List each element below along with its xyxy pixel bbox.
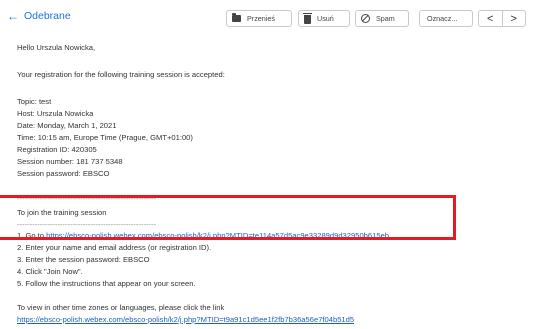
message-toolbar: ← Odebrane Przenieś Usuń Spam Oznacz... …	[0, 0, 534, 36]
previous-message-button[interactable]: <	[479, 11, 503, 26]
greeting: Hello Urszula Nowicka,	[17, 43, 96, 52]
join-step-4: 4. Click "Join Now".	[17, 267, 83, 276]
spam-button[interactable]: Spam	[355, 10, 409, 27]
message-navigation: < >	[478, 10, 526, 27]
timezones-link[interactable]: https://ebsco-polish.webex.com/ebsco-pol…	[17, 315, 354, 325]
highlight-box	[0, 195, 456, 240]
detail-host: Host: Urszula Nowicka	[17, 109, 94, 118]
detail-time: Time: 10:15 am, Europe Time (Prague, GMT…	[17, 133, 193, 142]
back-arrow-icon: ←	[7, 9, 19, 23]
join-step-2: 2. Enter your name and email address (or…	[17, 243, 212, 252]
trash-icon	[303, 12, 312, 24]
mark-button[interactable]: Oznacz...	[419, 10, 473, 27]
mark-label: Oznacz...	[427, 14, 458, 23]
next-message-button[interactable]: >	[503, 11, 526, 26]
detail-session-number: Session number: 181 737 5348	[17, 157, 123, 166]
delete-button[interactable]: Usuń	[298, 10, 350, 27]
spam-icon	[361, 14, 370, 23]
detail-registration-id: Registration ID: 420305	[17, 145, 97, 154]
move-button[interactable]: Przenieś	[226, 10, 292, 27]
timezones-text: To view in other time zones or languages…	[17, 303, 225, 312]
spam-label: Spam	[376, 14, 395, 23]
delete-label: Usuń	[317, 14, 334, 23]
detail-topic: Topic: test	[17, 97, 52, 106]
join-step-5: 5. Follow the instructions that appear o…	[17, 279, 196, 288]
detail-date: Date: Monday, March 1, 2021	[17, 121, 117, 130]
folder-icon	[232, 13, 241, 22]
detail-session-password: Session password: EBSCO	[17, 169, 110, 178]
join-step-3: 3. Enter the session password: EBSCO	[17, 255, 150, 264]
move-label: Przenieś	[247, 14, 275, 23]
intro-text: Your registration for the following trai…	[17, 70, 225, 79]
back-to-inbox-button[interactable]: ← Odebrane	[7, 10, 71, 22]
back-label: Odebrane	[24, 10, 71, 22]
